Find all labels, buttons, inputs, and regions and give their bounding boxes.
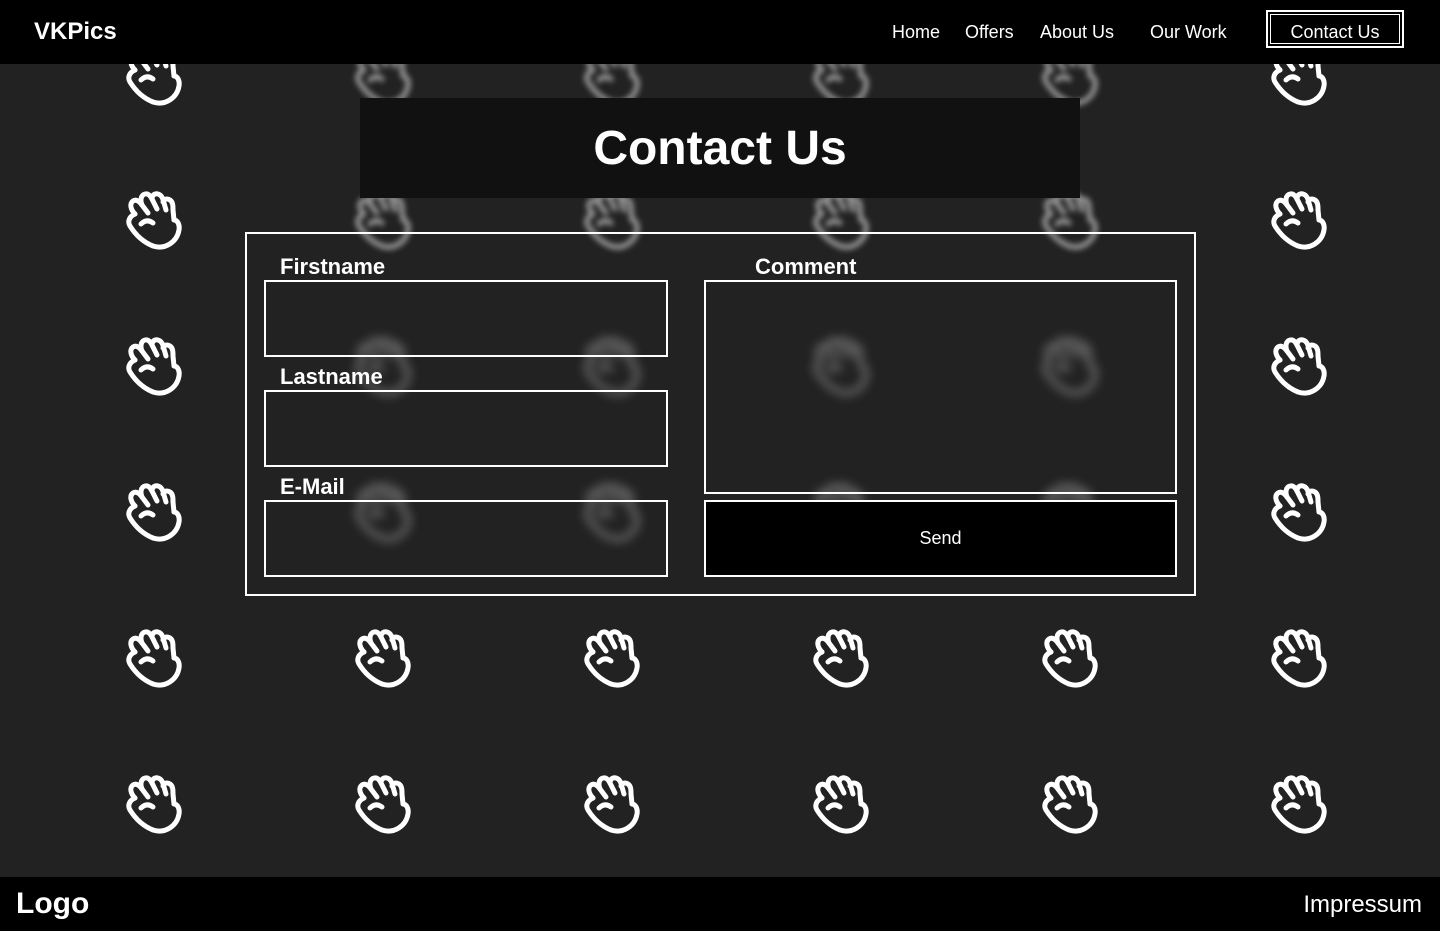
footer: Logo Impressum — [0, 877, 1440, 931]
hand-icon — [121, 190, 187, 252]
nav-contact-button[interactable]: Contact Us — [1265, 9, 1405, 49]
send-button[interactable]: Send — [704, 500, 1177, 577]
page-title: Contact Us — [593, 121, 847, 175]
hand-icon — [1266, 482, 1332, 544]
comment-textarea[interactable] — [704, 280, 1177, 494]
navbar: VKPics Home Offers About Us Our Work Con… — [0, 0, 1440, 64]
nav-contact-label: Contact Us — [1290, 22, 1380, 42]
hand-icon — [1266, 628, 1332, 690]
lastname-input[interactable] — [264, 390, 668, 467]
nav-link-home[interactable]: Home — [892, 20, 940, 44]
hand-icon — [121, 336, 187, 398]
hand-icon — [808, 628, 874, 690]
hand-icon — [350, 774, 416, 836]
hand-icon — [579, 628, 645, 690]
firstname-label: Firstname — [280, 254, 386, 279]
firstname-input[interactable] — [264, 280, 668, 357]
hand-icon — [808, 774, 874, 836]
hand-icon — [121, 774, 187, 836]
hand-icon — [1266, 190, 1332, 252]
email-input[interactable] — [264, 500, 668, 577]
hand-icon — [1037, 774, 1103, 836]
email-label: E-Mail — [280, 474, 345, 499]
nav-link-offers[interactable]: Offers — [965, 20, 1014, 44]
title-banner: Contact Us — [360, 98, 1080, 198]
hand-icon — [1266, 774, 1332, 836]
hand-icon — [1266, 336, 1332, 398]
footer-impressum-link[interactable]: Impressum — [1303, 890, 1422, 920]
hand-icon — [1037, 628, 1103, 690]
comment-label: Comment — [755, 254, 857, 279]
nav-link-our-work[interactable]: Our Work — [1150, 20, 1227, 44]
hand-icon — [350, 628, 416, 690]
footer-logo[interactable]: Logo — [16, 887, 89, 921]
lastname-label: Lastname — [280, 364, 383, 389]
brand-logo[interactable]: VKPics — [34, 17, 117, 47]
nav-link-about-us[interactable]: About Us — [1040, 20, 1114, 44]
hand-icon — [121, 482, 187, 544]
hand-icon — [121, 628, 187, 690]
page: VKPics Home Offers About Us Our Work Con… — [0, 0, 1440, 931]
hand-icon — [579, 774, 645, 836]
